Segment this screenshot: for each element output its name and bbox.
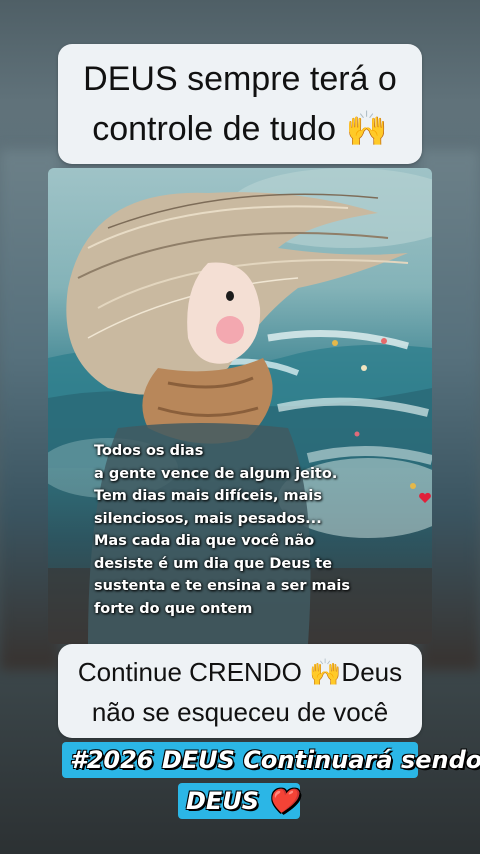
top-caption-line-1: DEUS sempre terá o: [83, 60, 397, 98]
heart-icon: [419, 492, 431, 503]
poem-text: Todos os dias a gente vence de algum jei…: [94, 440, 394, 620]
middle-caption: Continue CRENDO 🙌Deus não se esqueceu de…: [58, 644, 422, 738]
middle-caption-line-1: Continue CRENDO 🙌Deus: [77, 657, 403, 687]
poem-line: sustenta e te ensina a ser mais: [94, 578, 351, 594]
poem-line: a gente vence de algum jeito.: [94, 465, 338, 482]
hashtag-line-1: #2026 DEUS Continuará sendo: [62, 742, 480, 778]
top-caption: DEUS sempre terá o controle de tudo 🙌: [58, 44, 422, 164]
poem-line: Mas cada dia que você não: [94, 533, 315, 549]
poem-line: Tem dias mais difíceis, mais: [94, 488, 323, 504]
top-caption-line-2: controle de tudo 🙌: [92, 110, 388, 148]
poem-line: silenciosos, mais pesados...: [94, 510, 322, 527]
middle-caption-line-2: não se esqueceu de você: [91, 697, 389, 727]
poem-line: Todos os dias: [94, 443, 204, 459]
poem-line: desiste é um dia que Deus te: [94, 555, 333, 572]
poem-line: forte do que ontem: [94, 600, 253, 617]
hashtag-line-2: DEUS ❤️: [178, 783, 300, 819]
